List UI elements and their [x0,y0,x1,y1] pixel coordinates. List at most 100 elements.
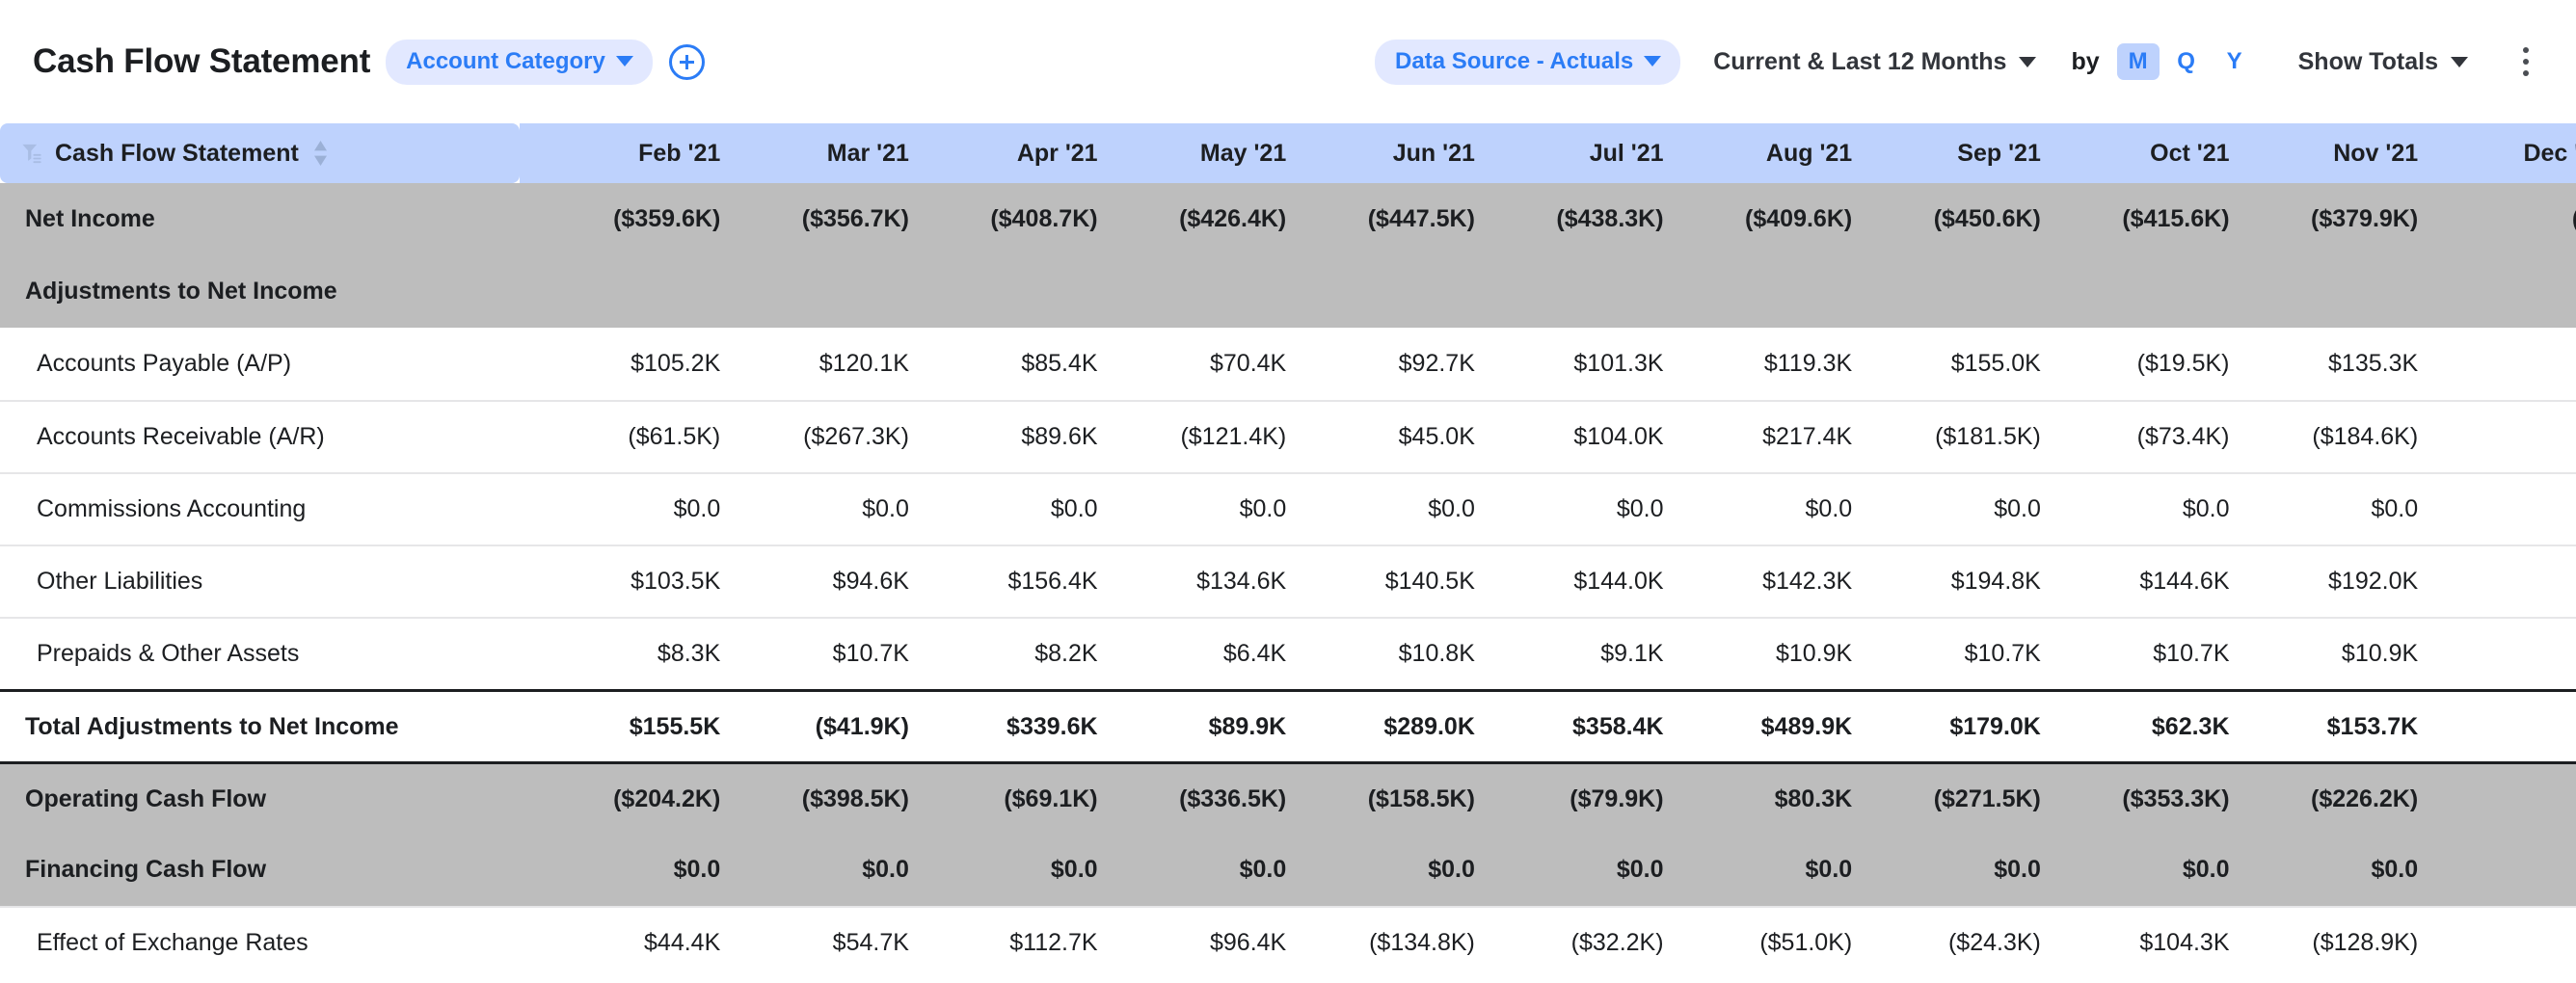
table-row[interactable]: Effect of Exchange Rates $44.4K $54.7K $112… [0,906,2576,978]
cell-value[interactable]: ($41.9K) [741,689,930,761]
cell-value[interactable]: $339.6K [929,689,1119,761]
cell-value[interactable]: ($356.7K) [741,183,930,255]
cell-value[interactable]: ($408.7K) [929,183,1119,255]
cell-value[interactable]: $120.1K [741,328,930,400]
cell-value[interactable] [1873,255,2062,328]
cell-value[interactable]: ($226.2K) [2250,761,2440,834]
cell-value[interactable]: $0.0 [1684,834,1874,906]
cell-value[interactable] [2439,472,2576,545]
cell-value[interactable]: ($32.2K) [1495,906,1685,978]
granularity-year-button[interactable]: Y [2214,43,2256,80]
cell-value[interactable]: $0.0 [2061,834,2251,906]
cell-value[interactable]: $217.4K [1684,400,1874,472]
cell-value[interactable]: $0.0 [1684,472,1874,545]
cell-value[interactable]: $8.3K [552,617,742,689]
cell-value[interactable]: $358.4K [1495,689,1685,761]
cell-value[interactable]: ($69.1K) [929,761,1119,834]
cell-value[interactable]: $10.7K [2061,617,2251,689]
cell-value[interactable]: ($336.5K) [1118,761,1308,834]
cell-value[interactable]: ($438.3K) [1495,183,1685,255]
cell-value[interactable]: $0.0 [2061,472,2251,545]
column-header-8[interactable]: Oct '21 [2061,123,2251,183]
cell-value[interactable]: ($61.5K) [552,400,742,472]
cell-value[interactable]: $10.9K [2250,617,2440,689]
cell-value[interactable]: ($379.9K) [2250,183,2440,255]
column-header-4[interactable]: Jun '21 [1307,123,1496,183]
cell-value[interactable]: ($415.6K) [2061,183,2251,255]
cell-value[interactable]: $0.0 [1307,834,1496,906]
cell-value[interactable]: ($398.5K) [741,761,930,834]
cell-value[interactable]: $0.0 [929,834,1119,906]
table-row[interactable]: Financing Cash Flow $0.0 $0.0 $0.0 $0.0 $0.0 $… [0,834,2576,906]
cell-value[interactable]: $0.0 [1118,834,1308,906]
cell-value[interactable]: ($73.4K) [2061,400,2251,472]
cell-value[interactable]: $103.5K [552,545,742,617]
cell-value[interactable]: $119.3K [1685,328,1874,400]
table-row[interactable]: Prepaids & Other Assets $8.3K $10.7K $8.2K $… [0,617,2576,689]
cell-value[interactable] [2439,400,2576,472]
cell-value[interactable] [2439,906,2576,978]
table-row[interactable]: Total Adjustments to Net Income $155.5K ($… [0,689,2576,761]
add-dimension-button[interactable] [668,43,705,80]
cell-value[interactable] [1495,255,1685,328]
cell-value[interactable]: ($19.5K) [2062,328,2251,400]
table-row[interactable]: Adjustments to Net Income [0,255,2576,328]
table-row[interactable]: Net Cash Flow($159.7K)($343.8K)$43.6K($2… [0,978,2576,983]
cell-value[interactable]: $54.7K [741,906,930,978]
account-category-dropdown[interactable]: Account Category [386,39,653,85]
cell-value[interactable]: $85.4K [930,328,1119,400]
cell-value[interactable]: ($128.9K) [2250,906,2440,978]
cell-value[interactable]: ($204.2K) [552,761,742,834]
column-header-3[interactable]: May '21 [1118,123,1308,183]
cell-value[interactable]: ($359.6K) [552,183,742,255]
data-source-dropdown[interactable]: Data Source - Actuals [1375,39,1681,85]
cell-value[interactable]: $6.4K [1118,617,1308,689]
cell-value[interactable]: $0.0 [1118,472,1308,545]
cell-value[interactable]: $10.7K [741,617,930,689]
cell-value[interactable]: $0.0 [1873,834,2062,906]
cell-value[interactable] [2250,255,2440,328]
cell-value[interactable]: ($450.6K) [1873,183,2062,255]
cell-value[interactable]: $0.0 [929,472,1119,545]
cell-value[interactable]: ($134.8K) [1307,906,1496,978]
cell-value[interactable]: $96.4K [1118,906,1308,978]
cell-value[interactable]: $8.2K [929,617,1119,689]
cell-value[interactable]: $101.3K [1496,328,1685,400]
column-header-7[interactable]: Sep '21 [1873,123,2062,183]
table-row[interactable]: Net Income ($359.6K) ($356.7K) ($408.7K) ($4… [0,183,2576,255]
cell-value[interactable]: ($158.5K) [1307,761,1496,834]
column-header-9[interactable]: Nov '21 [2250,123,2440,183]
cell-value[interactable]: $10.7K [1873,617,2062,689]
cell-value[interactable]: ($447.5K) [1307,183,1496,255]
cell-value[interactable]: ($24.3K) [1873,906,2062,978]
cell-value[interactable] [2439,545,2576,617]
show-totals-dropdown[interactable]: Show Totals [2298,48,2468,76]
column-header-1[interactable]: Mar '21 [741,123,930,183]
cell-value[interactable]: $104.0K [1495,400,1685,472]
cell-value[interactable]: $0.0 [741,472,930,545]
cell-value[interactable]: $0.0 [1873,472,2062,545]
cell-value[interactable]: $89.9K [1118,689,1308,761]
column-header-2[interactable]: Apr '21 [929,123,1119,183]
cell-value[interactable] [2439,689,2576,761]
cell-value[interactable] [2439,617,2576,689]
cell-value[interactable]: $10.9K [1684,617,1874,689]
cell-value[interactable]: $92.7K [1307,328,1496,400]
cell-value[interactable]: $0.0 [1495,834,1685,906]
granularity-month-button[interactable]: M [2116,43,2160,80]
cell-value[interactable] [741,255,930,328]
cell-value[interactable]: $179.0K [1873,689,2062,761]
cell-value[interactable] [2439,761,2576,834]
cell-value[interactable] [2061,255,2251,328]
cell-value[interactable]: $80.3K [1684,761,1874,834]
cell-value[interactable] [552,255,742,328]
cell-value[interactable]: $0.0 [2250,472,2440,545]
cell-value[interactable]: $43.6K [930,978,1119,983]
cell-value[interactable]: ($409.6K) [1684,183,1874,255]
cell-value[interactable]: $135.3K [2251,328,2440,400]
cell-value[interactable]: $0.0 [741,834,930,906]
cell-value[interactable]: $29.3K [1685,978,1874,983]
date-range-dropdown[interactable]: Current & Last 12 Months [1713,48,2037,76]
cell-value[interactable]: $142.3K [1684,545,1874,617]
cell-value[interactable]: $144.6K [2061,545,2251,617]
